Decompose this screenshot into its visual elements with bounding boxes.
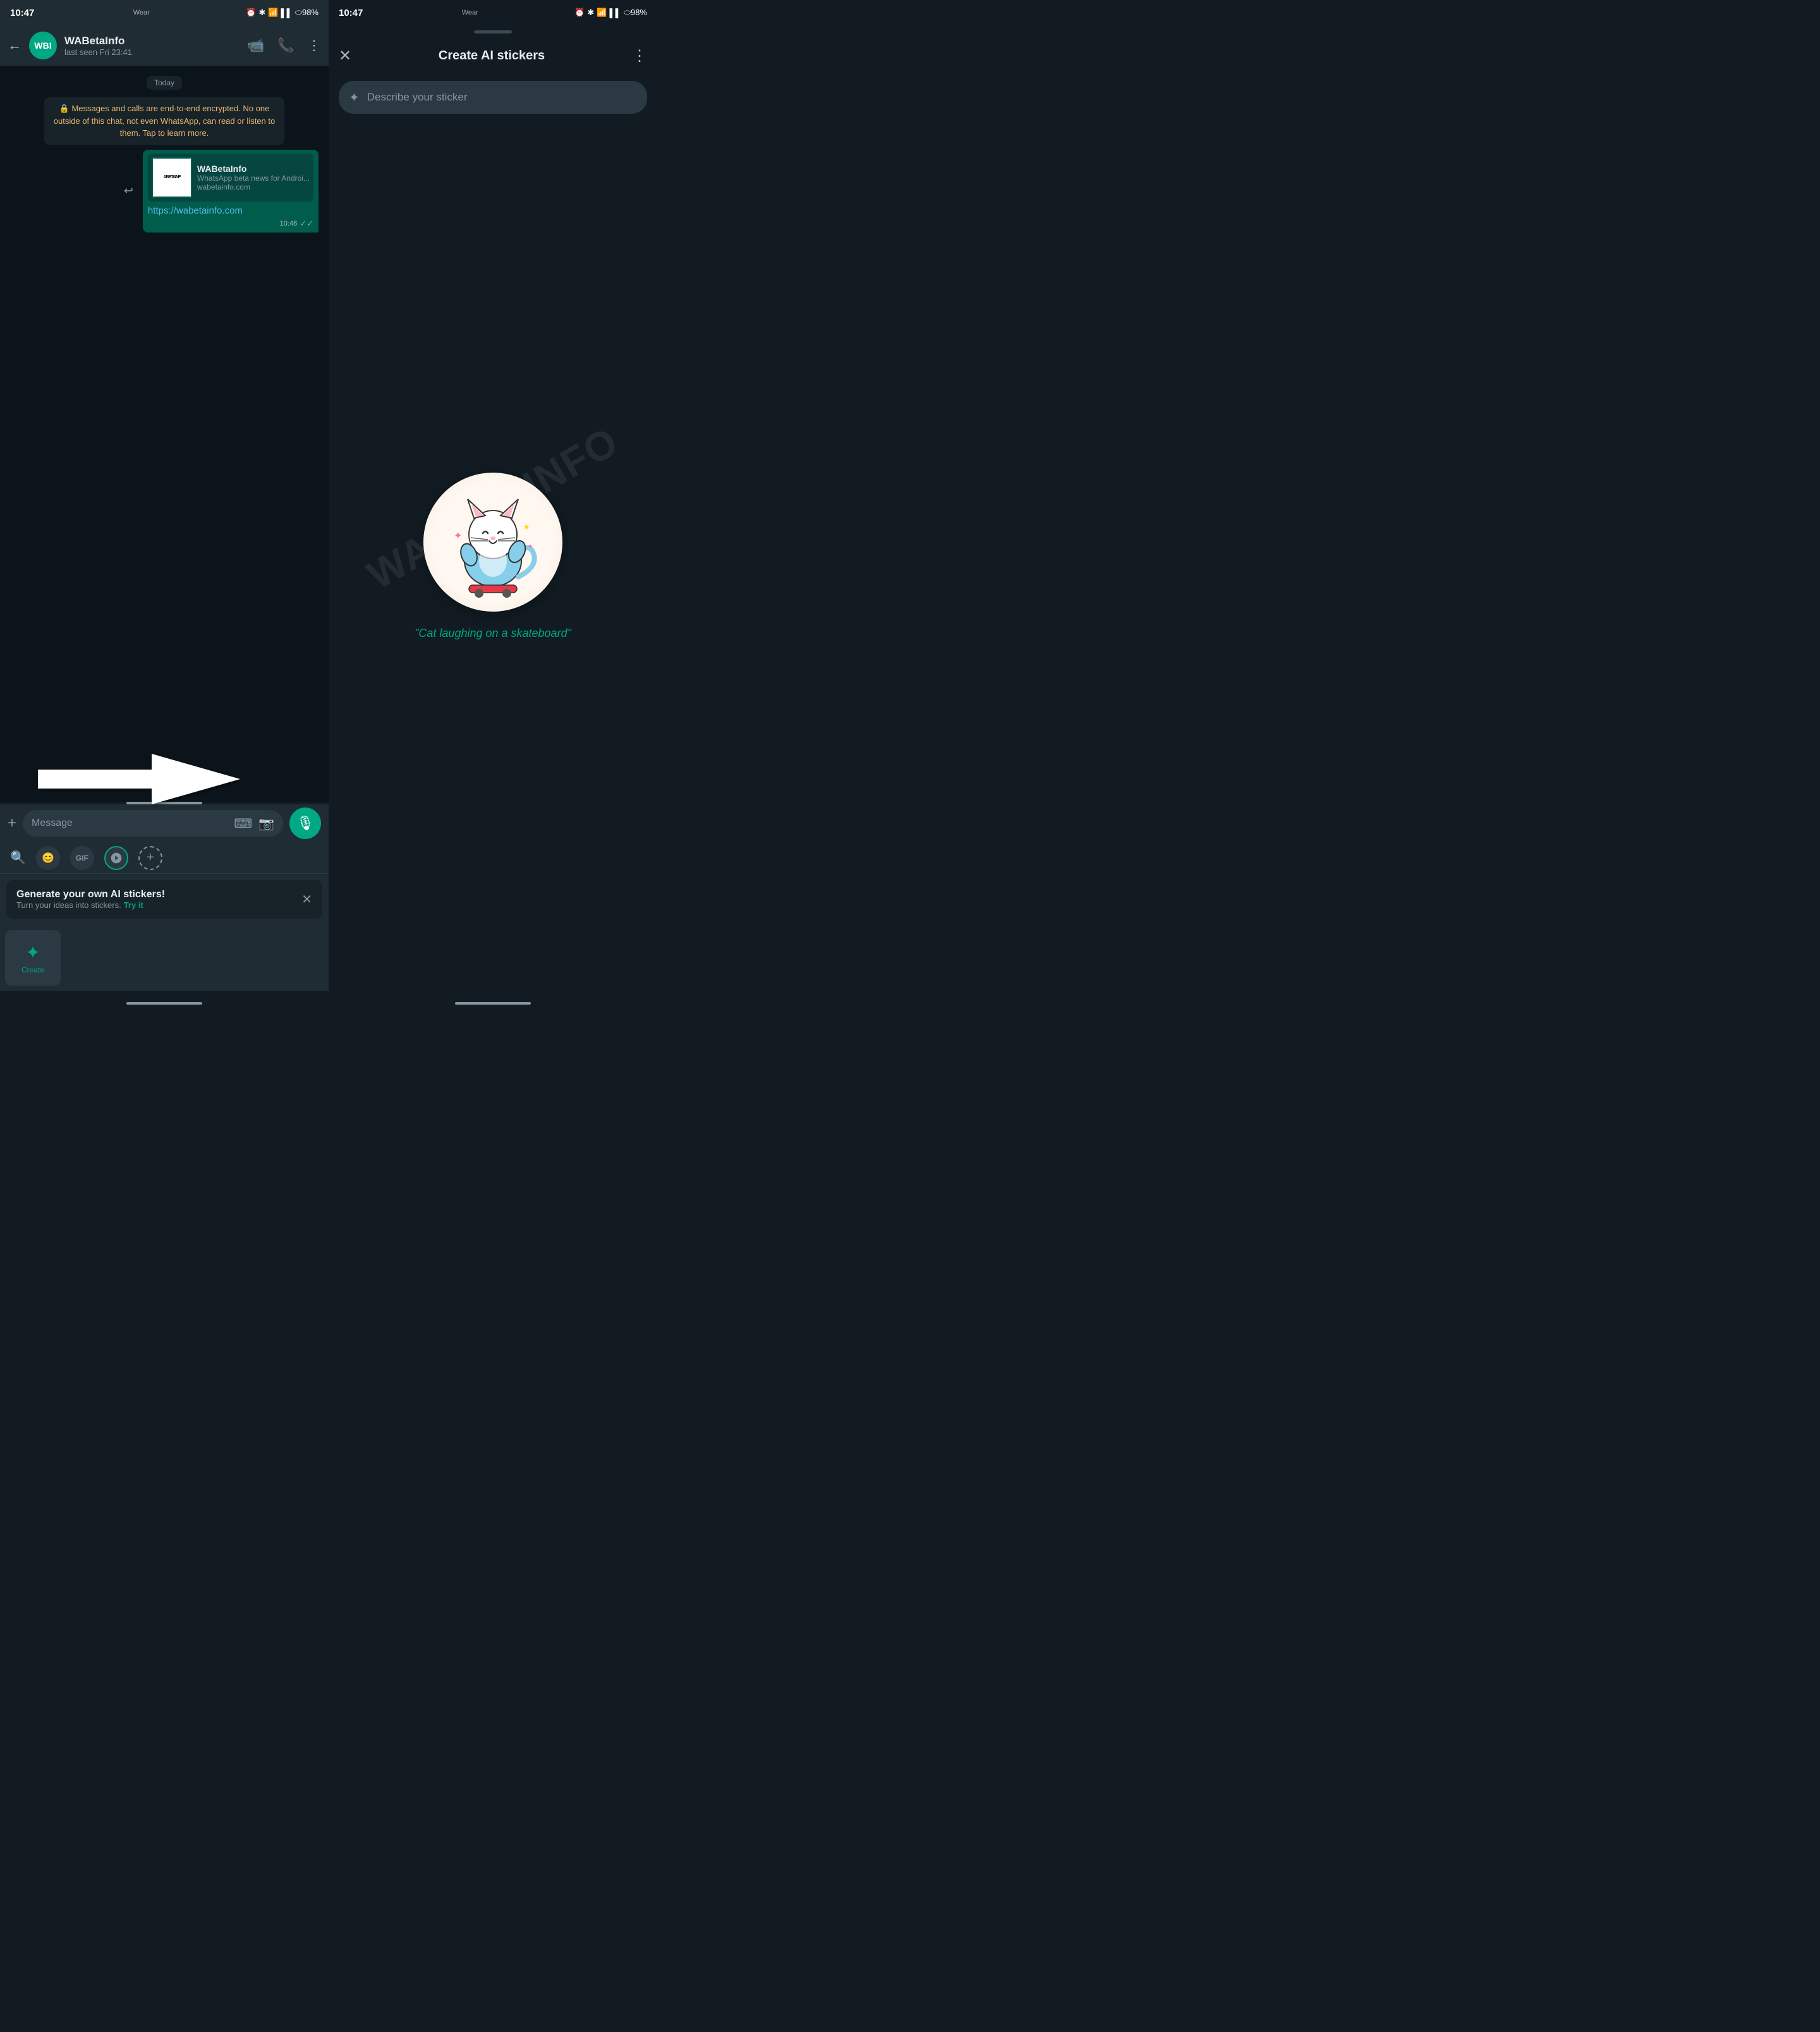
sticker-screen-header: ✕ Create AI stickers ⋮: [329, 38, 657, 73]
link-url[interactable]: https://wabetainfo.com: [148, 205, 313, 216]
link-meta: WABetaInfo WhatsApp beta news for Androi…: [197, 157, 310, 198]
sticker-screen-title: Create AI stickers: [361, 49, 622, 63]
message-time: 10:46 ✓✓: [148, 219, 313, 229]
nav-indicator-right: [455, 1002, 531, 1005]
more-options-button[interactable]: ⋮: [307, 37, 321, 54]
chat-header: ← WBI WABetaInfo last seen Fri 23:41 📹 📞…: [0, 25, 329, 66]
bottom-nav-right: [329, 991, 657, 1016]
status-icons-right: ⏰ ✱ 📶 ▌▌ ⬭98%: [574, 8, 647, 18]
ai-promo-close-button[interactable]: ✕: [301, 892, 312, 907]
message-input-field[interactable]: Message ⌨ 📷: [23, 810, 283, 837]
video-call-button[interactable]: 📹: [247, 37, 264, 54]
close-button[interactable]: ✕: [339, 47, 351, 65]
add-sticker-tab[interactable]: +: [138, 846, 162, 870]
cat-sticker-art: ✦ ★ ✦: [430, 479, 556, 605]
right-panel: 10:47 Wear ⏰ ✱ 📶 ▌▌ ⬭98% ✕ Create AI sti…: [329, 0, 657, 1016]
message-bubble[interactable]: ABETAINF WABetaInfo WhatsApp beta news f…: [143, 150, 318, 233]
last-seen: last seen Fri 23:41: [64, 47, 240, 57]
svg-text:★: ★: [523, 523, 530, 531]
bottom-nav-left: [0, 991, 329, 1016]
ai-promo-subtitle: Turn your ideas into stickers. Try it: [16, 900, 301, 910]
link-domain: wabetainfo.com: [197, 183, 310, 191]
time-left: 10:47: [10, 8, 34, 18]
forward-icon: ↩: [124, 184, 133, 198]
chat-background: Today 🔒 Messages and calls are end-to-en…: [0, 66, 329, 802]
battery-icon: ⬭98%: [295, 8, 318, 18]
gif-tab[interactable]: GIF: [70, 846, 94, 870]
battery-icon-r: ⬭98%: [624, 8, 647, 18]
mic-icon: 🎙: [296, 815, 314, 832]
sparkle-icon: ✦: [25, 942, 40, 963]
link-preview-card: ABETAINF WABetaInfo WhatsApp beta news f…: [148, 154, 313, 202]
emoji-tab[interactable]: 😊: [36, 846, 60, 870]
create-sticker-button[interactable]: ✦ Create: [5, 930, 61, 986]
svg-text:✦: ✦: [528, 543, 533, 550]
signal-icon: ▌▌: [281, 8, 292, 18]
ai-try-link[interactable]: Try it: [124, 900, 143, 910]
sticker-preview-area: ✦ ★ ✦ "Cat laughing on a skateboard": [329, 121, 657, 991]
sticker-tab[interactable]: [104, 846, 128, 870]
wear-label-left: Wear: [133, 9, 150, 16]
create-label: Create: [21, 965, 44, 974]
wear-label-right: Wear: [462, 9, 478, 16]
svg-text:✦: ✦: [454, 531, 462, 541]
link-preview: ABETAINF WABetaInfo WhatsApp beta news f…: [148, 154, 313, 216]
date-badge: Today: [147, 76, 182, 90]
bluetooth-icon-r: ✱: [587, 8, 594, 18]
more-options-right-button[interactable]: ⋮: [632, 47, 647, 65]
alarm-icon: ⏰: [246, 8, 256, 18]
sticker-picker: 🔍 😊 GIF + Generate your own AI stickers!…: [0, 842, 329, 991]
cat-svg: ✦ ★ ✦: [436, 485, 550, 599]
sticker-caption: "Cat laughing on a skateboard": [415, 627, 571, 640]
system-message[interactable]: 🔒 Messages and calls are end-to-end encr…: [44, 97, 284, 145]
ai-promo-title: Generate your own AI stickers!: [16, 889, 301, 900]
back-button[interactable]: ←: [8, 37, 21, 54]
contact-name: WABetaInfo: [64, 35, 240, 47]
status-bar-left: 10:47 Wear ⏰ ✱ 📶 ▌▌ ⬭98%: [0, 0, 329, 25]
keyboard-icon[interactable]: ⌨: [234, 816, 252, 832]
chat-info: WABetaInfo last seen Fri 23:41: [64, 35, 240, 57]
wifi-icon: 📶: [268, 8, 278, 18]
ai-promo-banner: Generate your own AI stickers! Turn your…: [6, 880, 322, 919]
alarm-icon-r: ⏰: [574, 8, 585, 18]
describe-input-wrap[interactable]: ✦ Describe your sticker: [339, 81, 647, 114]
voice-call-button[interactable]: 📞: [277, 37, 294, 54]
arrow-pointer: [38, 747, 240, 814]
left-panel: 10:47 Wear ⏰ ✱ 📶 ▌▌ ⬭98% ← WBI WABetaInf…: [0, 0, 329, 1016]
sparkle-input-icon: ✦: [349, 90, 360, 106]
wifi-icon-r: 📶: [597, 8, 607, 18]
mic-button[interactable]: 🎙: [289, 807, 321, 839]
sticker-tabs: 🔍 😊 GIF +: [0, 842, 329, 874]
status-bar-right: 10:47 Wear ⏰ ✱ 📶 ▌▌ ⬭98%: [329, 0, 657, 25]
describe-placeholder: Describe your sticker: [367, 91, 637, 104]
link-thumb-text: ABETAINF: [152, 157, 192, 198]
nav-indicator-left: [126, 1002, 202, 1005]
attach-button[interactable]: +: [8, 814, 16, 832]
read-receipt: ✓✓: [300, 219, 313, 229]
avatar: WBI: [29, 32, 57, 59]
status-icons-left: ⏰ ✱ 📶 ▌▌ ⬭98%: [246, 8, 318, 18]
drag-handle-bar: [474, 30, 512, 33]
link-thumbnail: ABETAINF: [152, 157, 192, 198]
camera-icon[interactable]: 📷: [258, 816, 274, 832]
drag-handle: [329, 25, 657, 38]
sticker-grid: ✦ Create: [0, 925, 329, 991]
bluetooth-icon: ✱: [258, 8, 265, 18]
link-desc: WhatsApp beta news for Androi...: [197, 174, 310, 183]
message-placeholder: Message: [32, 818, 228, 829]
time-right: 10:47: [339, 8, 363, 18]
ai-promo-text: Generate your own AI stickers! Turn your…: [16, 889, 301, 910]
message-bubble-wrap: ↩ ABETAINF WABetaInfo WhatsApp beta news…: [143, 150, 318, 233]
header-icons: 📹 📞 ⋮: [247, 37, 321, 54]
sticker-search-icon[interactable]: 🔍: [10, 850, 26, 866]
signal-icon-r: ▌▌: [609, 8, 621, 18]
sticker-image-container: ✦ ★ ✦: [423, 473, 562, 612]
link-title: WABetaInfo: [197, 164, 310, 174]
